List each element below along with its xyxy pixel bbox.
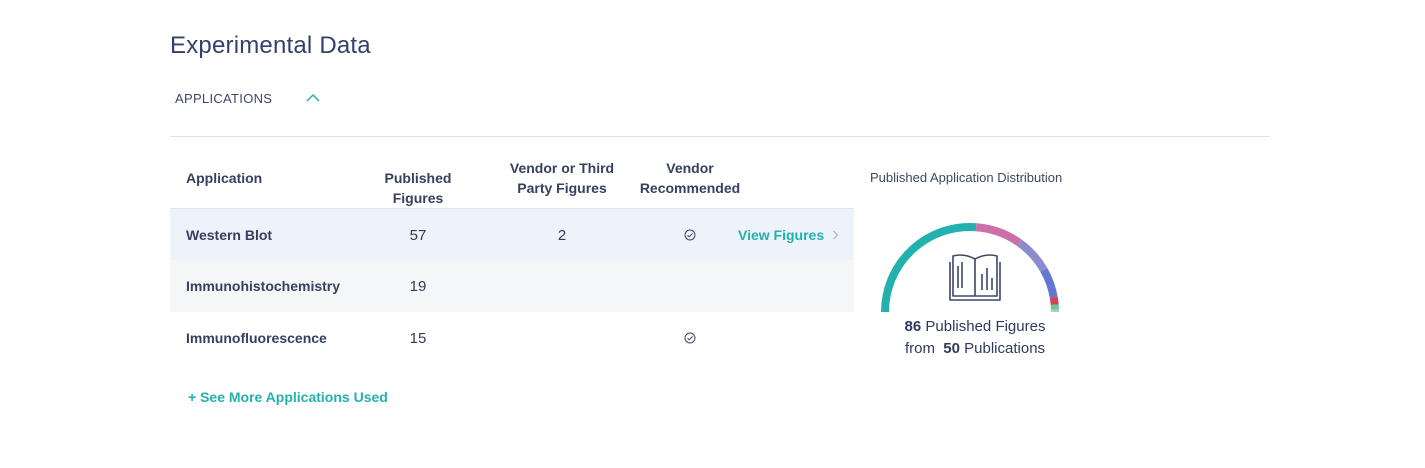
see-more-applications-link[interactable]: + See More Applications Used bbox=[188, 389, 388, 405]
row-published-figures: 57 bbox=[409, 226, 427, 244]
distribution-gauge bbox=[881, 223, 1059, 313]
header-published-figures: Published Figures bbox=[384, 170, 452, 206]
recommended-check-icon bbox=[630, 312, 750, 364]
row-vendor-figures: 2 bbox=[557, 226, 567, 244]
header-recommended-line2: Recommended bbox=[639, 180, 741, 196]
row-application: Western Blot bbox=[186, 227, 273, 243]
table-row[interactable]: Immunohistochemistry 19 bbox=[170, 260, 854, 312]
chevron-right-icon bbox=[833, 230, 839, 240]
table-header: Application Published Figures Vendor or … bbox=[170, 148, 854, 208]
figures-label: Published Figures bbox=[925, 318, 1046, 335]
recommended-check-icon bbox=[630, 209, 750, 261]
header-application: Application bbox=[186, 170, 263, 186]
header-vendor-figures: Vendor or Third Party Figures bbox=[500, 158, 624, 198]
table-row[interactable]: Immunofluorescence 15 bbox=[170, 312, 854, 364]
table-row[interactable]: Western Blot 57 2 View Figures bbox=[170, 208, 854, 260]
header-vendor-recommended: Vendor Recommended bbox=[630, 158, 750, 198]
from-label: from bbox=[904, 340, 935, 357]
distribution-publications-line: from 50 Publications bbox=[870, 338, 1080, 360]
chevron-up-icon[interactable] bbox=[306, 93, 320, 103]
row-published-figures: 15 bbox=[409, 329, 427, 347]
gauge-segment-2 bbox=[1016, 239, 1048, 272]
applications-accordion-label: APPLICATIONS bbox=[175, 91, 273, 106]
row-application: Immunohistochemistry bbox=[186, 278, 341, 294]
row-published-figures: 19 bbox=[409, 277, 427, 295]
distribution-figures-line: 86 Published Figures bbox=[870, 316, 1080, 338]
header-vendor-line2: Party Figures bbox=[517, 180, 607, 196]
row-vendor-figures bbox=[500, 312, 624, 364]
section-divider bbox=[170, 136, 1270, 137]
total-figures-count: 86 bbox=[904, 318, 922, 335]
publications-count: 50 bbox=[943, 340, 960, 357]
section-title: Experimental Data bbox=[170, 32, 371, 59]
applications-accordion-toggle[interactable]: APPLICATIONS bbox=[175, 91, 320, 106]
row-vendor-figures bbox=[500, 260, 624, 312]
distribution-title: Published Application Distribution bbox=[870, 170, 1063, 185]
header-recommended-line1: Vendor bbox=[666, 160, 714, 176]
distribution-summary: 86 Published Figures from 50 Publication… bbox=[870, 316, 1080, 360]
gauge-segment-3 bbox=[1040, 267, 1058, 299]
row-application: Immunofluorescence bbox=[186, 330, 327, 346]
header-vendor-line1: Vendor or Third bbox=[509, 160, 615, 176]
view-figures-label: View Figures bbox=[738, 227, 825, 243]
view-figures-link[interactable]: View Figures bbox=[738, 209, 839, 261]
open-book-chart-icon bbox=[949, 254, 1001, 301]
publications-label: Publications bbox=[964, 340, 1046, 357]
gauge-segment-4 bbox=[1049, 296, 1059, 306]
applications-table: Application Published Figures Vendor or … bbox=[170, 148, 854, 364]
gauge-segment-1 bbox=[975, 223, 1022, 247]
